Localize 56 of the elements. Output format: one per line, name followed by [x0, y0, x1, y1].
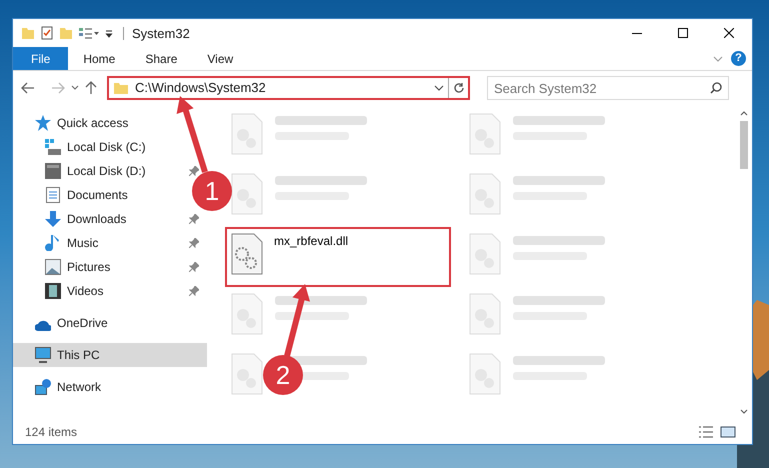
drive-icon: [45, 139, 61, 155]
ribbon-tab[interactable]: View: [192, 47, 248, 70]
pin-icon[interactable]: [189, 166, 199, 176]
expand-ribbon-icon[interactable]: [713, 56, 723, 62]
dropdown-icon[interactable]: [434, 85, 444, 91]
navigation-item[interactable]: Local Disk (C:): [45, 135, 146, 159]
navigation-item[interactable]: Pictures: [45, 255, 110, 279]
star-icon: [35, 115, 51, 131]
music-note-icon: [45, 235, 61, 251]
refresh-icon: [452, 82, 464, 94]
help-button[interactable]: ?: [731, 51, 746, 66]
navigation-item[interactable]: Videos: [45, 279, 104, 303]
pin-icon[interactable]: [189, 286, 199, 296]
download-arrow-icon: [45, 211, 61, 227]
ribbon-tab[interactable]: File: [13, 47, 68, 70]
document-icon: [45, 187, 61, 203]
navigation-item[interactable]: Music: [45, 231, 98, 255]
scrollbar-thumb[interactable]: [740, 121, 748, 169]
back-icon[interactable]: [21, 82, 35, 94]
address-bar[interactable]: C:\Windows\System32: [107, 76, 470, 100]
ribbon-tab[interactable]: Home: [68, 47, 130, 70]
minimize-icon: [632, 32, 642, 34]
folder-icon: [113, 81, 129, 95]
window-title: System32: [123, 26, 190, 40]
navigation-item[interactable]: Network: [13, 375, 207, 399]
search-icon: [710, 82, 722, 94]
navigation-item[interactable]: Documents: [45, 183, 128, 207]
details-view-icon[interactable]: [698, 425, 714, 439]
monitor-icon: [35, 347, 51, 363]
properties-icon[interactable]: [40, 26, 54, 40]
file-item[interactable]: mx_rbfeval.dll: [225, 227, 451, 287]
film-icon: [45, 283, 61, 299]
search-field[interactable]: Search System32: [487, 76, 729, 100]
numbered-arrow-callout: 2: [263, 284, 310, 395]
recent-locations-icon[interactable]: [71, 85, 79, 91]
item-count: 124 items: [25, 424, 78, 441]
ribbon-tab[interactable]: Share: [130, 47, 192, 70]
drive-icon: [45, 163, 61, 179]
close-icon: [724, 28, 734, 38]
navigation-item[interactable]: Downloads: [45, 207, 126, 231]
address-path: C:\Windows\System32: [135, 79, 266, 98]
pin-icon[interactable]: [189, 238, 199, 248]
navigation-item[interactable]: OneDrive: [13, 311, 207, 335]
pin-icon[interactable]: [189, 262, 199, 272]
network-icon: [35, 379, 51, 395]
list-view-icon[interactable]: [78, 26, 100, 40]
numbered-arrow-callout: 1: [176, 96, 232, 211]
maximize-icon: [678, 28, 688, 38]
gears-file-icon: [231, 233, 263, 275]
file-name: mx_rbfeval.dll: [274, 233, 348, 249]
navigation-item[interactable]: Local Disk (D:): [45, 159, 146, 183]
picture-icon: [45, 259, 61, 275]
up-icon[interactable]: [85, 81, 97, 95]
large-icons-view-icon[interactable]: [720, 425, 736, 439]
pin-icon[interactable]: [189, 214, 199, 224]
navigation-item[interactable]: This PC: [13, 343, 207, 367]
